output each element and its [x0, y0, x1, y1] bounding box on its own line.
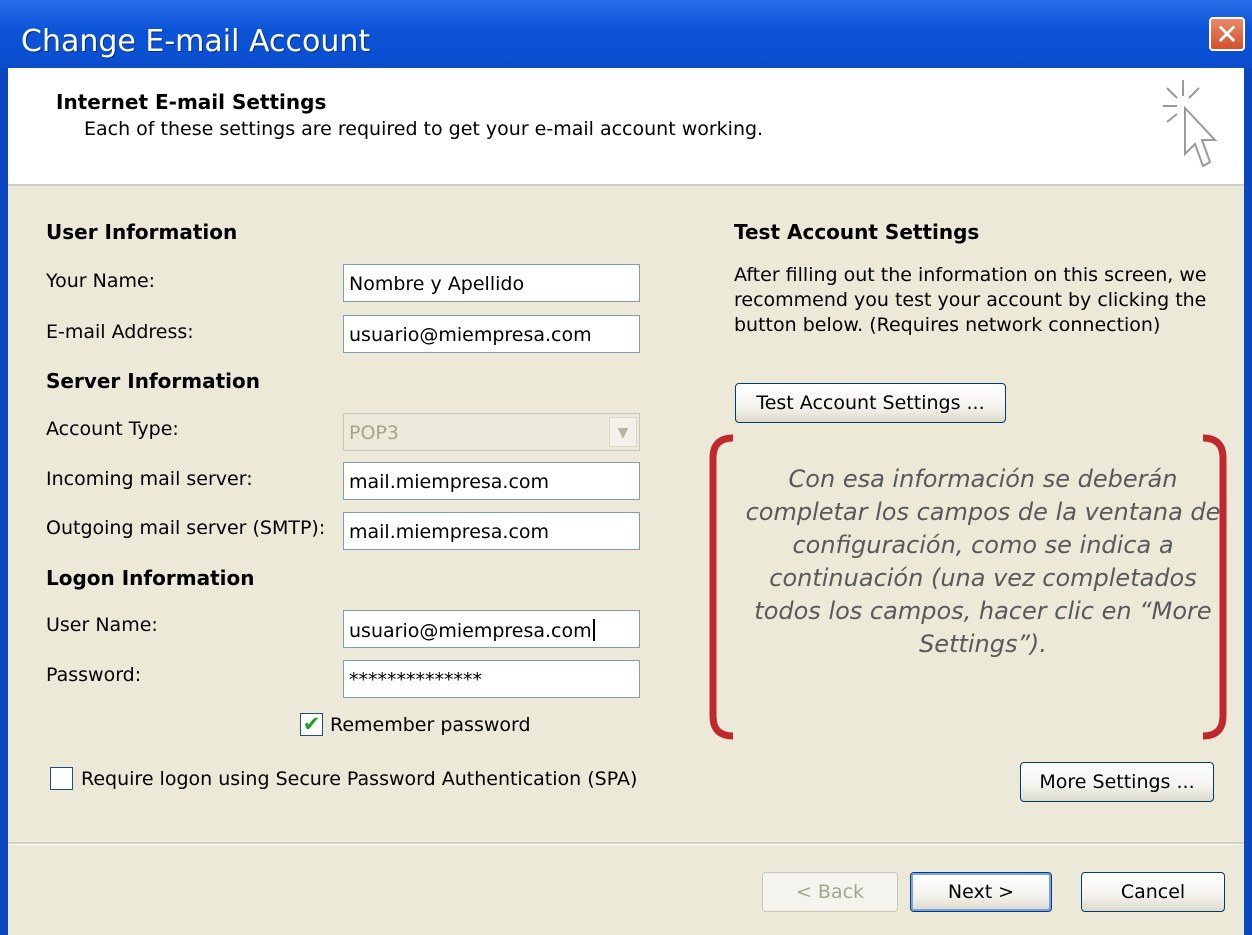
- window-frame-left: [0, 68, 8, 935]
- header-title: Internet E-mail Settings: [56, 90, 327, 114]
- user-name-field[interactable]: usuario@miempresa.com: [343, 610, 640, 648]
- account-type-value: POP3: [349, 422, 399, 444]
- email-address-field[interactable]: usuario@miempresa.com: [343, 315, 640, 353]
- account-type-select: POP3 ▼: [343, 413, 640, 451]
- test-account-settings-label: Test Account Settings ...: [756, 392, 985, 414]
- user-information-heading: User Information: [46, 220, 238, 244]
- password-field[interactable]: **************: [343, 660, 640, 698]
- text-cursor: [592, 619, 595, 641]
- incoming-server-field[interactable]: mail.miempresa.com: [343, 462, 640, 500]
- dialog-header: Internet E-mail Settings Each of these s…: [8, 68, 1244, 186]
- next-button[interactable]: Next >: [910, 872, 1052, 912]
- close-icon: ✕: [1215, 18, 1239, 51]
- next-label: Next >: [947, 881, 1015, 903]
- dialog-body: User Information Your Name: Nombre y Ape…: [8, 186, 1244, 935]
- spa-checkbox[interactable]: [50, 767, 73, 790]
- outgoing-server-label: Outgoing mail server (SMTP):: [46, 517, 326, 539]
- cursor-sparkle-icon: [1163, 80, 1218, 168]
- password-label: Password:: [46, 664, 142, 686]
- checkmark-icon: ✔: [302, 712, 321, 736]
- window-title: Change E-mail Account: [21, 24, 371, 59]
- footer-separator: [8, 842, 1244, 845]
- account-type-label: Account Type:: [46, 418, 179, 440]
- close-button[interactable]: ✕: [1209, 17, 1245, 51]
- account-type-dropdown-button: ▼: [609, 417, 637, 447]
- chevron-down-icon: ▼: [617, 425, 629, 441]
- incoming-server-label: Incoming mail server:: [46, 468, 253, 490]
- annotation-text: Con esa información se deberán completar…: [745, 465, 1221, 658]
- your-name-label: Your Name:: [46, 270, 156, 292]
- remember-password-checkbox[interactable]: ✔: [300, 712, 323, 736]
- window-frame-right: [1244, 68, 1252, 935]
- more-settings-button[interactable]: More Settings ...: [1020, 762, 1214, 802]
- spa-label: Require logon using Secure Password Auth…: [81, 768, 638, 790]
- remember-password-label: Remember password: [330, 714, 531, 736]
- email-address-label: E-mail Address:: [46, 321, 194, 343]
- user-name-value: usuario@miempresa.com: [349, 620, 592, 642]
- test-account-heading: Test Account Settings: [734, 220, 980, 244]
- cancel-button[interactable]: Cancel: [1081, 872, 1225, 912]
- cancel-label: Cancel: [1120, 881, 1186, 903]
- more-settings-label: More Settings ...: [1039, 771, 1195, 793]
- back-button: < Back: [762, 872, 898, 912]
- your-name-field[interactable]: Nombre y Apellido: [343, 264, 640, 302]
- test-account-settings-button[interactable]: Test Account Settings ...: [735, 383, 1006, 423]
- left-bracket: [709, 434, 734, 740]
- header-subtitle: Each of these settings are required to g…: [84, 118, 764, 140]
- outgoing-server-field[interactable]: mail.miempresa.com: [343, 512, 640, 550]
- change-email-account-dialog: Change E-mail Account ✕ Internet E-mail …: [0, 0, 1252, 935]
- back-label: < Back: [795, 881, 865, 903]
- logon-information-heading: Logon Information: [46, 566, 255, 590]
- server-information-heading: Server Information: [46, 369, 260, 393]
- user-name-label: User Name:: [46, 614, 158, 636]
- test-account-description: After filling out the information on thi…: [734, 264, 1207, 336]
